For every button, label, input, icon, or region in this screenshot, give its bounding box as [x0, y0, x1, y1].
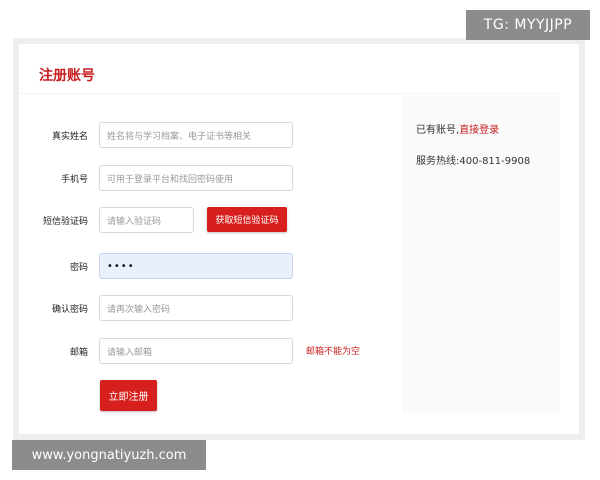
register-submit-button[interactable]: 立即注册 — [100, 380, 157, 411]
label-phone: 手机号 — [60, 175, 88, 185]
label-confirm-password: 确认密码 — [51, 305, 88, 315]
email-input[interactable]: 请输入邮箱 — [99, 338, 293, 364]
label-sms-code: 短信验证码 — [42, 217, 88, 227]
side-panel — [402, 95, 560, 413]
get-sms-code-button[interactable]: 获取短信验证码 — [207, 207, 287, 232]
phone-input[interactable]: 可用于登录平台和找回密码使用 — [99, 165, 293, 191]
real-name-input[interactable]: 姓名将与学习档案、电子证书等相关 — [99, 122, 293, 148]
title-divider — [19, 93, 559, 94]
login-prompt: 已有账号,直接登录 — [416, 121, 499, 136]
service-hotline: 服务热线:400-811-9908 — [416, 156, 531, 167]
label-email: 邮箱 — [69, 348, 88, 358]
label-password: 密码 — [69, 263, 88, 273]
direct-login-link[interactable]: 直接登录 — [459, 125, 499, 136]
tg-tag: TG: MYYJJPP — [466, 10, 590, 40]
page-title: 注册账号 — [39, 68, 95, 84]
site-watermark: www.yongnatiyuzh.com — [12, 440, 206, 470]
label-real-name: 真实姓名 — [51, 132, 88, 142]
confirm-password-input[interactable]: 请再次输入密码 — [99, 295, 293, 321]
have-account-text: 已有账号, — [416, 125, 460, 136]
email-error-message: 邮箱不能为空 — [306, 347, 361, 357]
password-input[interactable]: •••• — [99, 253, 293, 279]
sms-code-input[interactable]: 请输入验证码 — [99, 207, 194, 233]
